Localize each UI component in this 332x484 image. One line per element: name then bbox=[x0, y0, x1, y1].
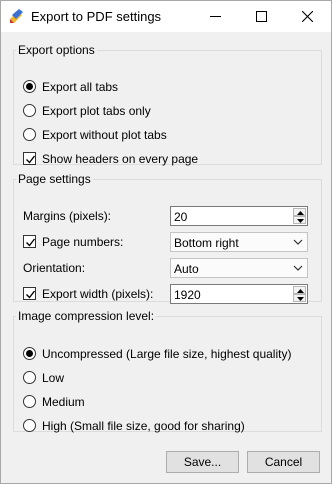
spin-down-button[interactable] bbox=[293, 216, 306, 224]
cancel-button[interactable]: Cancel bbox=[247, 451, 320, 473]
checkmark-icon bbox=[26, 238, 36, 247]
app-icon bbox=[9, 8, 25, 24]
arrow-down-icon bbox=[297, 219, 304, 223]
radio-indicator bbox=[23, 104, 36, 117]
close-icon bbox=[302, 11, 313, 22]
radio-indicator bbox=[23, 80, 36, 93]
page-settings-legend: Page settings bbox=[18, 172, 91, 186]
checkbox-indicator bbox=[23, 235, 36, 248]
maximize-icon bbox=[256, 11, 267, 22]
radio-indicator bbox=[23, 419, 36, 432]
chevron-down-icon bbox=[293, 265, 303, 271]
export-pdf-dialog: Export to PDF settings Export options Ex… bbox=[0, 0, 332, 484]
radio-indicator bbox=[23, 395, 36, 408]
minimize-button[interactable] bbox=[193, 1, 239, 32]
export-options-legend: Export options bbox=[18, 43, 95, 57]
margins-label: Margins (pixels): bbox=[23, 209, 112, 223]
export-options-group: Export options Export all tabs Export pl… bbox=[13, 43, 322, 166]
arrow-up-icon bbox=[297, 289, 304, 293]
checkbox-indicator bbox=[23, 287, 36, 300]
window-title: Export to PDF settings bbox=[31, 9, 162, 24]
close-button[interactable] bbox=[285, 1, 331, 32]
checkmark-icon bbox=[26, 290, 36, 299]
orientation-label: Orientation: bbox=[23, 261, 86, 275]
image-compression-legend: Image compression level: bbox=[18, 309, 155, 323]
image-compression-group: Image compression level: Uncompressed (L… bbox=[13, 309, 322, 433]
save-button[interactable]: Save... bbox=[166, 451, 239, 473]
arrow-down-icon bbox=[297, 297, 304, 301]
chevron-down-icon bbox=[293, 239, 303, 245]
checkbox-indicator bbox=[23, 152, 36, 165]
checkmark-icon bbox=[26, 155, 36, 164]
orientation-dropdown[interactable]: Auto bbox=[170, 258, 308, 278]
page-settings-group: Page settings Margins (pixels): 20 Page … bbox=[13, 172, 322, 304]
radio-indicator bbox=[23, 371, 36, 384]
minimize-icon bbox=[210, 16, 221, 17]
radio-indicator bbox=[23, 128, 36, 141]
radio-indicator bbox=[23, 347, 36, 360]
spin-down-button[interactable] bbox=[293, 294, 306, 302]
arrow-up-icon bbox=[297, 211, 304, 215]
margins-spinbox[interactable]: 20 bbox=[170, 206, 308, 226]
spin-up-button[interactable] bbox=[293, 286, 306, 294]
export-width-spinbox[interactable]: 1920 bbox=[170, 284, 308, 304]
title-bar: Export to PDF settings bbox=[1, 1, 331, 32]
spin-up-button[interactable] bbox=[293, 208, 306, 216]
maximize-button[interactable] bbox=[239, 1, 285, 32]
page-numbers-dropdown[interactable]: Bottom right bbox=[170, 232, 308, 252]
